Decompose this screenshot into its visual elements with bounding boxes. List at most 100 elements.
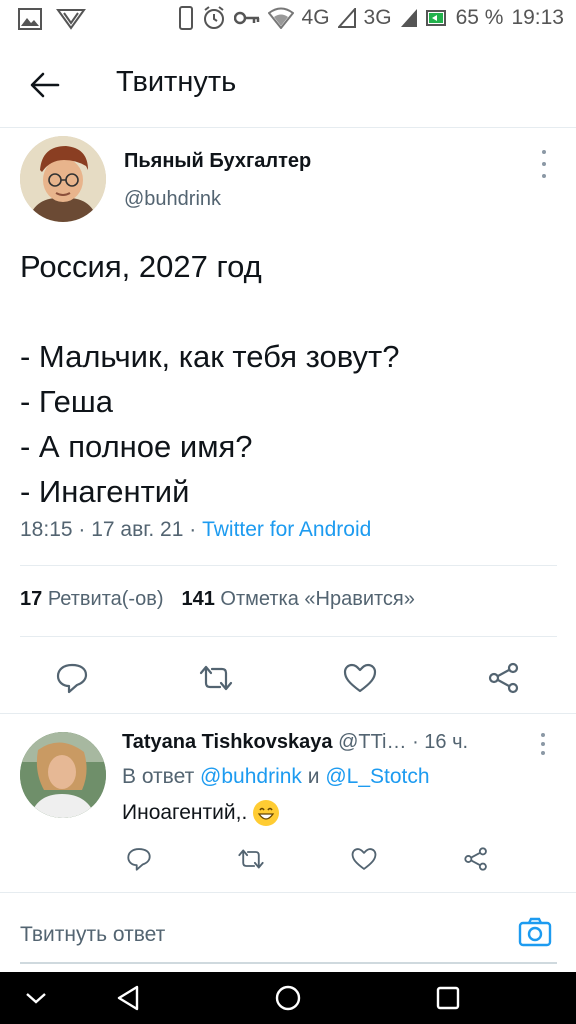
tweet-meta: 18:15 · 17 авг. 21 · Twitter for Android: [20, 518, 371, 542]
camera-button[interactable]: [517, 914, 553, 950]
signal-icon: [337, 8, 356, 28]
tweet-line: [20, 289, 560, 334]
composer-underline: [20, 962, 557, 964]
tweet-line: Россия, 2027 год: [20, 249, 262, 284]
reply-icon: [127, 848, 151, 871]
divider: [20, 565, 557, 566]
tweet-stats: 17 Ретвита(-ов) 141 Отметка «Нравится»: [20, 588, 415, 611]
more-options-button[interactable]: [536, 150, 552, 178]
signal-icon-2: [400, 8, 418, 28]
tweet-date: 17 авг. 21: [91, 518, 184, 541]
separator-dot: ·: [78, 518, 92, 541]
mention-link[interactable]: @buhdrink: [200, 765, 302, 788]
key-icon: [233, 10, 260, 26]
reply-conjunction: и: [307, 765, 320, 788]
dot-icon: [542, 150, 546, 154]
reply-button[interactable]: [54, 660, 90, 696]
retweet-count: 17: [20, 588, 43, 610]
reply-header: Tatyana Tishkovskaya @TTi… · 16 ч.: [122, 731, 522, 754]
reply-author-handle[interactable]: @TTi…: [338, 731, 406, 753]
page-title: Твитнуть: [116, 66, 237, 98]
dot-icon: [541, 742, 545, 746]
divider: [20, 636, 557, 637]
battery-icon: [425, 9, 448, 27]
nav-back-button[interactable]: [108, 980, 148, 1016]
gallery-icon: [18, 8, 42, 30]
share-button[interactable]: [486, 660, 522, 696]
likes-stat[interactable]: 141 Отметка «Нравится»: [181, 588, 414, 611]
tweet-line: - А полное имя?: [20, 429, 253, 464]
reply-author-name[interactable]: Tatyana Tishkovskaya: [122, 731, 333, 753]
author-name[interactable]: Пьяный Бухгалтер: [124, 150, 311, 173]
reply-text-content: Иноагентий,.: [122, 801, 248, 824]
heart-icon: [351, 848, 377, 870]
reply-like-button[interactable]: [349, 844, 379, 874]
reply-composer: [20, 912, 557, 958]
retweet-button[interactable]: [198, 660, 234, 696]
share-icon: [464, 847, 487, 871]
reply-retweet-button[interactable]: [236, 844, 266, 874]
tweet-time: 18:15: [20, 518, 73, 541]
phone-icon: [178, 6, 194, 30]
like-count: 141: [181, 588, 215, 610]
tweet-actions: [20, 652, 557, 702]
reply-author-avatar[interactable]: [20, 732, 106, 818]
tweet-line: - Геша: [20, 384, 113, 419]
mention-link[interactable]: @L_Stotch: [325, 765, 429, 788]
vpn-icon: [56, 8, 86, 30]
separator-dot: ·: [189, 518, 203, 541]
reply-icon: [56, 663, 88, 694]
retweet-label: Ретвита(-ов): [47, 588, 164, 610]
reply-reply-button[interactable]: [124, 844, 154, 874]
wifi-icon: [267, 7, 294, 29]
heart-icon: [343, 663, 377, 693]
reply-input[interactable]: [20, 918, 500, 952]
avatar-image: [20, 732, 106, 818]
clock: 19:13: [511, 6, 564, 29]
nav-home-button[interactable]: [268, 980, 308, 1016]
status-bar: 4G 3G 65 % 19:13: [0, 0, 576, 42]
reply-more-options-button[interactable]: [537, 733, 549, 755]
retweet-icon: [199, 665, 233, 691]
system-navigation-bar: [0, 972, 576, 1024]
avatar-image: [20, 136, 106, 222]
reply-share-button[interactable]: [461, 844, 491, 874]
chevron-down-icon: [26, 993, 46, 1004]
alarm-icon: [202, 6, 226, 30]
divider: [0, 713, 576, 714]
battery-percent: 65 %: [455, 6, 504, 29]
share-icon: [488, 662, 519, 694]
like-label: Отметка «Нравится»: [220, 588, 415, 610]
dot-icon: [541, 751, 545, 755]
back-triangle-icon: [117, 985, 139, 1011]
tweet-text: Россия, 2027 год - Мальчик, как тебя зов…: [20, 244, 560, 514]
dot-icon: [542, 174, 546, 178]
network-type-2: 3G: [363, 6, 392, 29]
author-avatar[interactable]: [20, 136, 106, 222]
retweets-stat[interactable]: 17 Ретвита(-ов): [20, 588, 163, 611]
recents-square-icon: [436, 986, 460, 1010]
dot-icon: [541, 733, 545, 737]
reply-context: В ответ @buhdrink и @L_Stotch: [122, 765, 430, 789]
arrow-left-icon: [30, 72, 60, 98]
network-type-1: 4G: [301, 6, 330, 29]
author-handle[interactable]: @buhdrink: [124, 188, 221, 211]
camera-icon: [518, 917, 552, 947]
reply-time: · 16 ч.: [412, 731, 469, 753]
tweet-line: - Инагентий: [20, 474, 190, 509]
hide-keyboard-button[interactable]: [16, 980, 56, 1016]
back-button[interactable]: [24, 64, 66, 106]
reply-text: Иноагентий,.: [122, 800, 280, 826]
retweet-icon: [238, 849, 264, 869]
grinning-emoji-icon: [253, 800, 280, 826]
tweet-client-link[interactable]: Twitter for Android: [202, 518, 371, 541]
home-circle-icon: [275, 985, 301, 1011]
tweet-line: - Мальчик, как тебя зовут?: [20, 339, 400, 374]
nav-recents-button[interactable]: [428, 980, 468, 1016]
top-app-bar: Твитнуть: [0, 42, 576, 128]
reply-prefix: В ответ: [122, 765, 195, 788]
like-button[interactable]: [342, 660, 378, 696]
dot-icon: [542, 162, 546, 166]
reply-actions: [122, 838, 502, 878]
divider: [0, 892, 576, 893]
